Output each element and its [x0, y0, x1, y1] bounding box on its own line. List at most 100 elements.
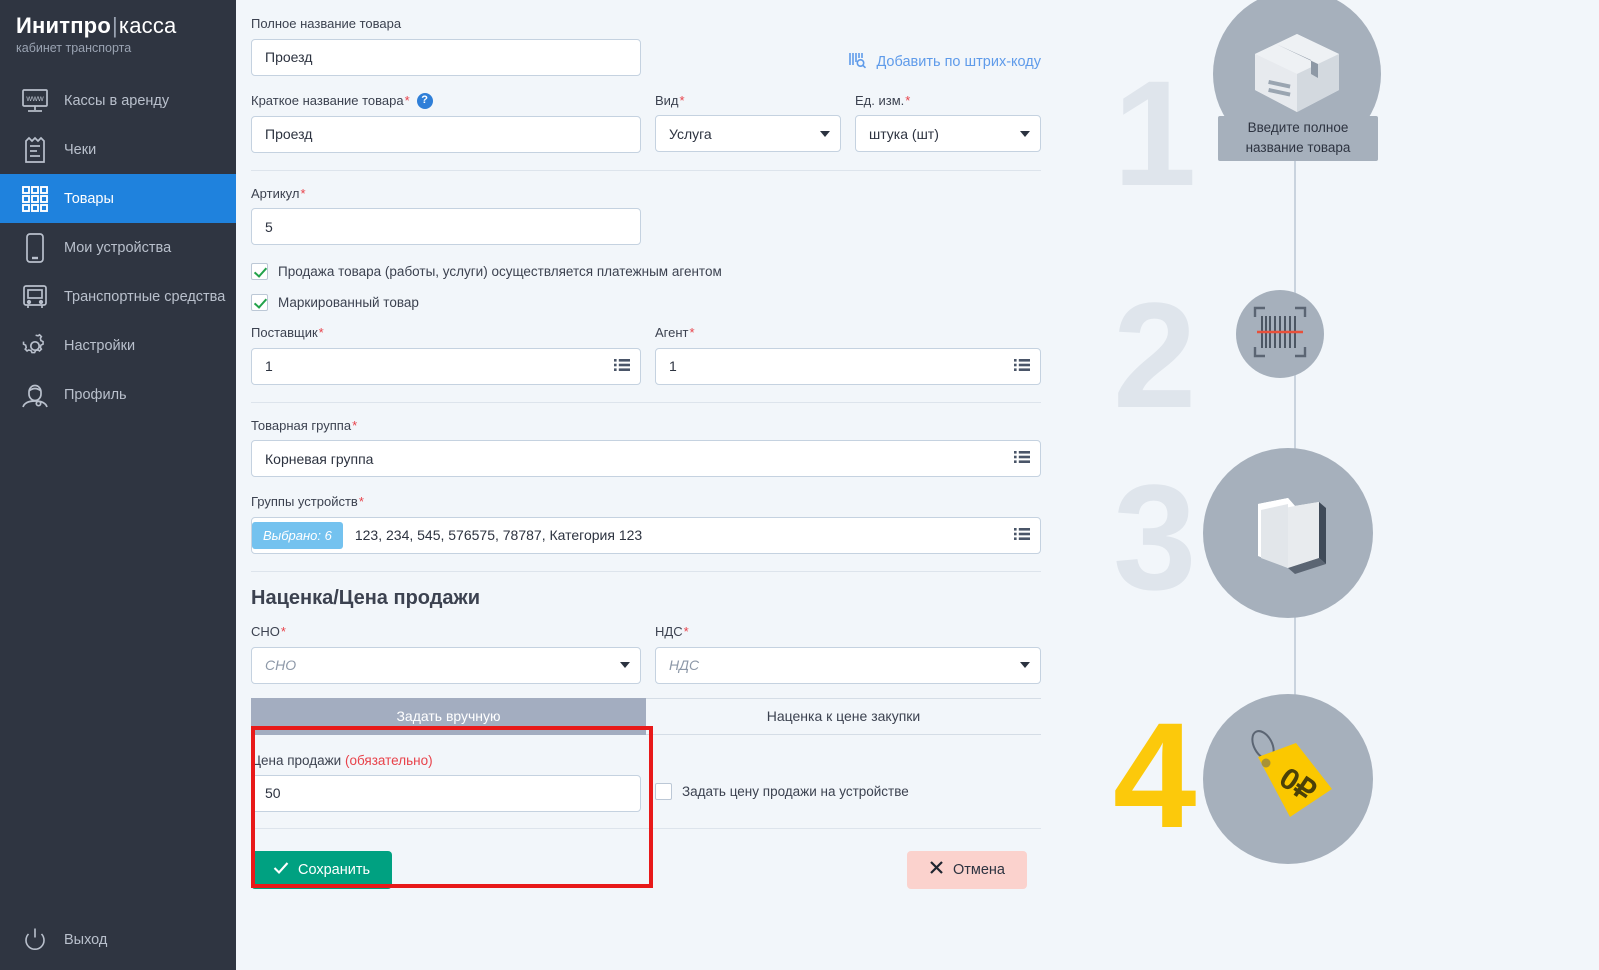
marked-product-checkbox-row[interactable]: Маркированный товар	[251, 294, 1041, 312]
list-select-icon[interactable]	[1014, 527, 1030, 544]
supplier-label: Поставщик *	[251, 325, 641, 341]
kind-select[interactable]: Услуга	[655, 115, 841, 153]
marked-product-label: Маркированный товар	[278, 295, 419, 311]
payment-agent-label: Продажа товара (работы, услуги) осуществ…	[278, 264, 722, 280]
divider	[251, 401, 1041, 403]
selling-price-label: Цена продажи (обязательно)	[251, 753, 641, 768]
unit-select[interactable]: штука (шт)	[855, 115, 1041, 153]
tab-markup-on-purchase[interactable]: Наценка к цене закупки	[646, 697, 1041, 735]
full-name-input[interactable]: Проезд	[251, 38, 641, 76]
logout-button[interactable]: Выход	[0, 920, 107, 960]
sidebar-item-profile[interactable]: Профиль	[0, 370, 236, 419]
box-package-icon	[1245, 20, 1349, 129]
nds-select[interactable]: НДС	[655, 646, 1041, 684]
sidebar-item-label: Чеки	[64, 141, 97, 158]
unit-label: Ед. изм. *	[855, 93, 1041, 109]
nds-label: НДС *	[655, 624, 1041, 640]
article-input[interactable]: 5	[251, 208, 641, 246]
sidebar-item-settings[interactable]: Настройки	[0, 321, 236, 370]
stepper-connector	[1294, 150, 1296, 330]
sidebar-item-vehicles[interactable]: Транспортные средства	[0, 272, 236, 321]
chevron-down-icon	[620, 662, 630, 669]
sno-required: *	[280, 623, 286, 639]
nds-required: *	[683, 623, 689, 639]
article-label-text: Артикул	[251, 185, 300, 201]
step-icon-circle-3	[1203, 448, 1373, 618]
agent-input[interactable]: 1	[655, 347, 1041, 385]
add-by-barcode-link[interactable]: Добавить по штрих-коду	[848, 50, 1041, 74]
article-label: Артикул *	[251, 186, 1041, 202]
device-price-label: Задать цену продажи на устройстве	[682, 783, 909, 799]
short-name-label: Краткое название товара * ?	[251, 92, 641, 109]
chevron-down-icon	[1020, 130, 1030, 137]
stepper-connector	[1294, 580, 1296, 700]
svg-text:www: www	[25, 94, 44, 103]
brand-title: Инитпро|касса	[16, 13, 236, 38]
selling-price-value: 50	[265, 785, 281, 802]
device-groups-count-tag: Выбрано: 6	[252, 521, 343, 549]
app-root: Инитпро|касса кабинет транспорта www Кас…	[0, 0, 1599, 970]
price-mode-tabs: Задать вручную Наценка к цене закупки	[251, 697, 1041, 735]
sidebar-item-my-devices[interactable]: Мои устройства	[0, 223, 236, 272]
sno-select[interactable]: СНО	[251, 646, 641, 684]
device-groups-input[interactable]: Выбрано: 6 123, 234, 545, 576575, 78787,…	[251, 516, 1041, 554]
short-name-input[interactable]: Проезд	[251, 115, 641, 153]
kind-label: Вид *	[655, 93, 841, 109]
device-price-checkbox-row[interactable]: Задать цену продажи на устройстве	[655, 782, 1041, 800]
save-button-label: Сохранить	[298, 861, 371, 878]
onboarding-stepper: 1 Введите полное название товара 2 3 4 0…	[1051, 0, 1599, 970]
sidebar-item-label: Транспортные средства	[64, 288, 226, 305]
price-section-title: Наценка/Цена продажи	[251, 586, 481, 609]
sidebar-item-receipts[interactable]: Чеки	[0, 125, 236, 174]
sidebar-item-rental-registers[interactable]: www Кассы в аренду	[0, 76, 236, 125]
step-number-4: 4	[1113, 691, 1197, 859]
gear-icon	[14, 332, 56, 360]
payment-agent-checkbox-row[interactable]: Продажа товара (работы, услуги) осуществ…	[251, 263, 1041, 281]
agent-label: Агент *	[655, 325, 1041, 341]
device-groups-label: Группы устройств *	[251, 494, 1041, 510]
list-select-icon[interactable]	[1014, 450, 1030, 467]
sidebar-item-products[interactable]: Товары	[0, 174, 236, 224]
supplier-required: *	[318, 325, 324, 341]
list-select-icon[interactable]	[614, 358, 630, 375]
stepper-connector	[1294, 375, 1296, 460]
short-name-required: *	[404, 92, 410, 108]
device-groups-required: *	[358, 494, 364, 510]
unit-value: штука (шт)	[869, 125, 939, 142]
cancel-button-label: Отмена	[952, 861, 1005, 878]
short-name-value: Проезд	[265, 126, 313, 143]
tab-set-manually[interactable]: Задать вручную	[251, 697, 646, 735]
device-price-checkbox[interactable]	[655, 782, 672, 800]
brand-name-bold: Инитпро	[16, 13, 111, 38]
payment-agent-checkbox[interactable]	[251, 263, 268, 281]
step-tooltip-line2: название товара	[1245, 140, 1351, 156]
selling-price-input[interactable]: 50	[251, 774, 641, 812]
price-tag-text: 0₽	[1273, 761, 1321, 808]
close-x-icon	[929, 860, 944, 879]
unit-label-text: Ед. изм.	[855, 92, 905, 108]
product-group-required: *	[352, 417, 358, 433]
supplier-label-text: Поставщик	[251, 325, 318, 341]
product-form: Добавить по штрих-коду Полное название т…	[251, 0, 1041, 889]
sno-label: СНО *	[251, 624, 641, 640]
nds-label-text: НДС	[655, 623, 683, 639]
full-name-label-text: Полное название товара	[251, 16, 402, 31]
article-required: *	[300, 185, 306, 201]
list-select-icon[interactable]	[1014, 358, 1030, 375]
add-by-barcode-label: Добавить по штрих-коду	[876, 54, 1041, 70]
grid-products-icon	[14, 185, 56, 213]
sidebar: Инитпро|касса кабинет транспорта www Кас…	[0, 0, 236, 970]
cancel-button[interactable]: Отмена	[906, 850, 1027, 889]
save-button[interactable]: Сохранить	[251, 850, 393, 889]
sidebar-item-label: Профиль	[64, 386, 127, 403]
step-icon-circle-1	[1213, 0, 1381, 158]
question-help-icon[interactable]: ?	[416, 92, 433, 109]
step-tooltip-line1: Введите полное	[1247, 120, 1349, 135]
sidebar-item-label: Настройки	[64, 337, 136, 354]
selling-price-mandatory: (обязательно)	[344, 752, 433, 768]
brand-block: Инитпро|касса кабинет транспорта	[0, 0, 236, 60]
product-group-input[interactable]: Корневая группа	[251, 440, 1041, 478]
marked-product-checkbox[interactable]	[251, 294, 268, 312]
kind-label-text: Вид	[655, 92, 679, 108]
supplier-input[interactable]: 1	[251, 347, 641, 385]
